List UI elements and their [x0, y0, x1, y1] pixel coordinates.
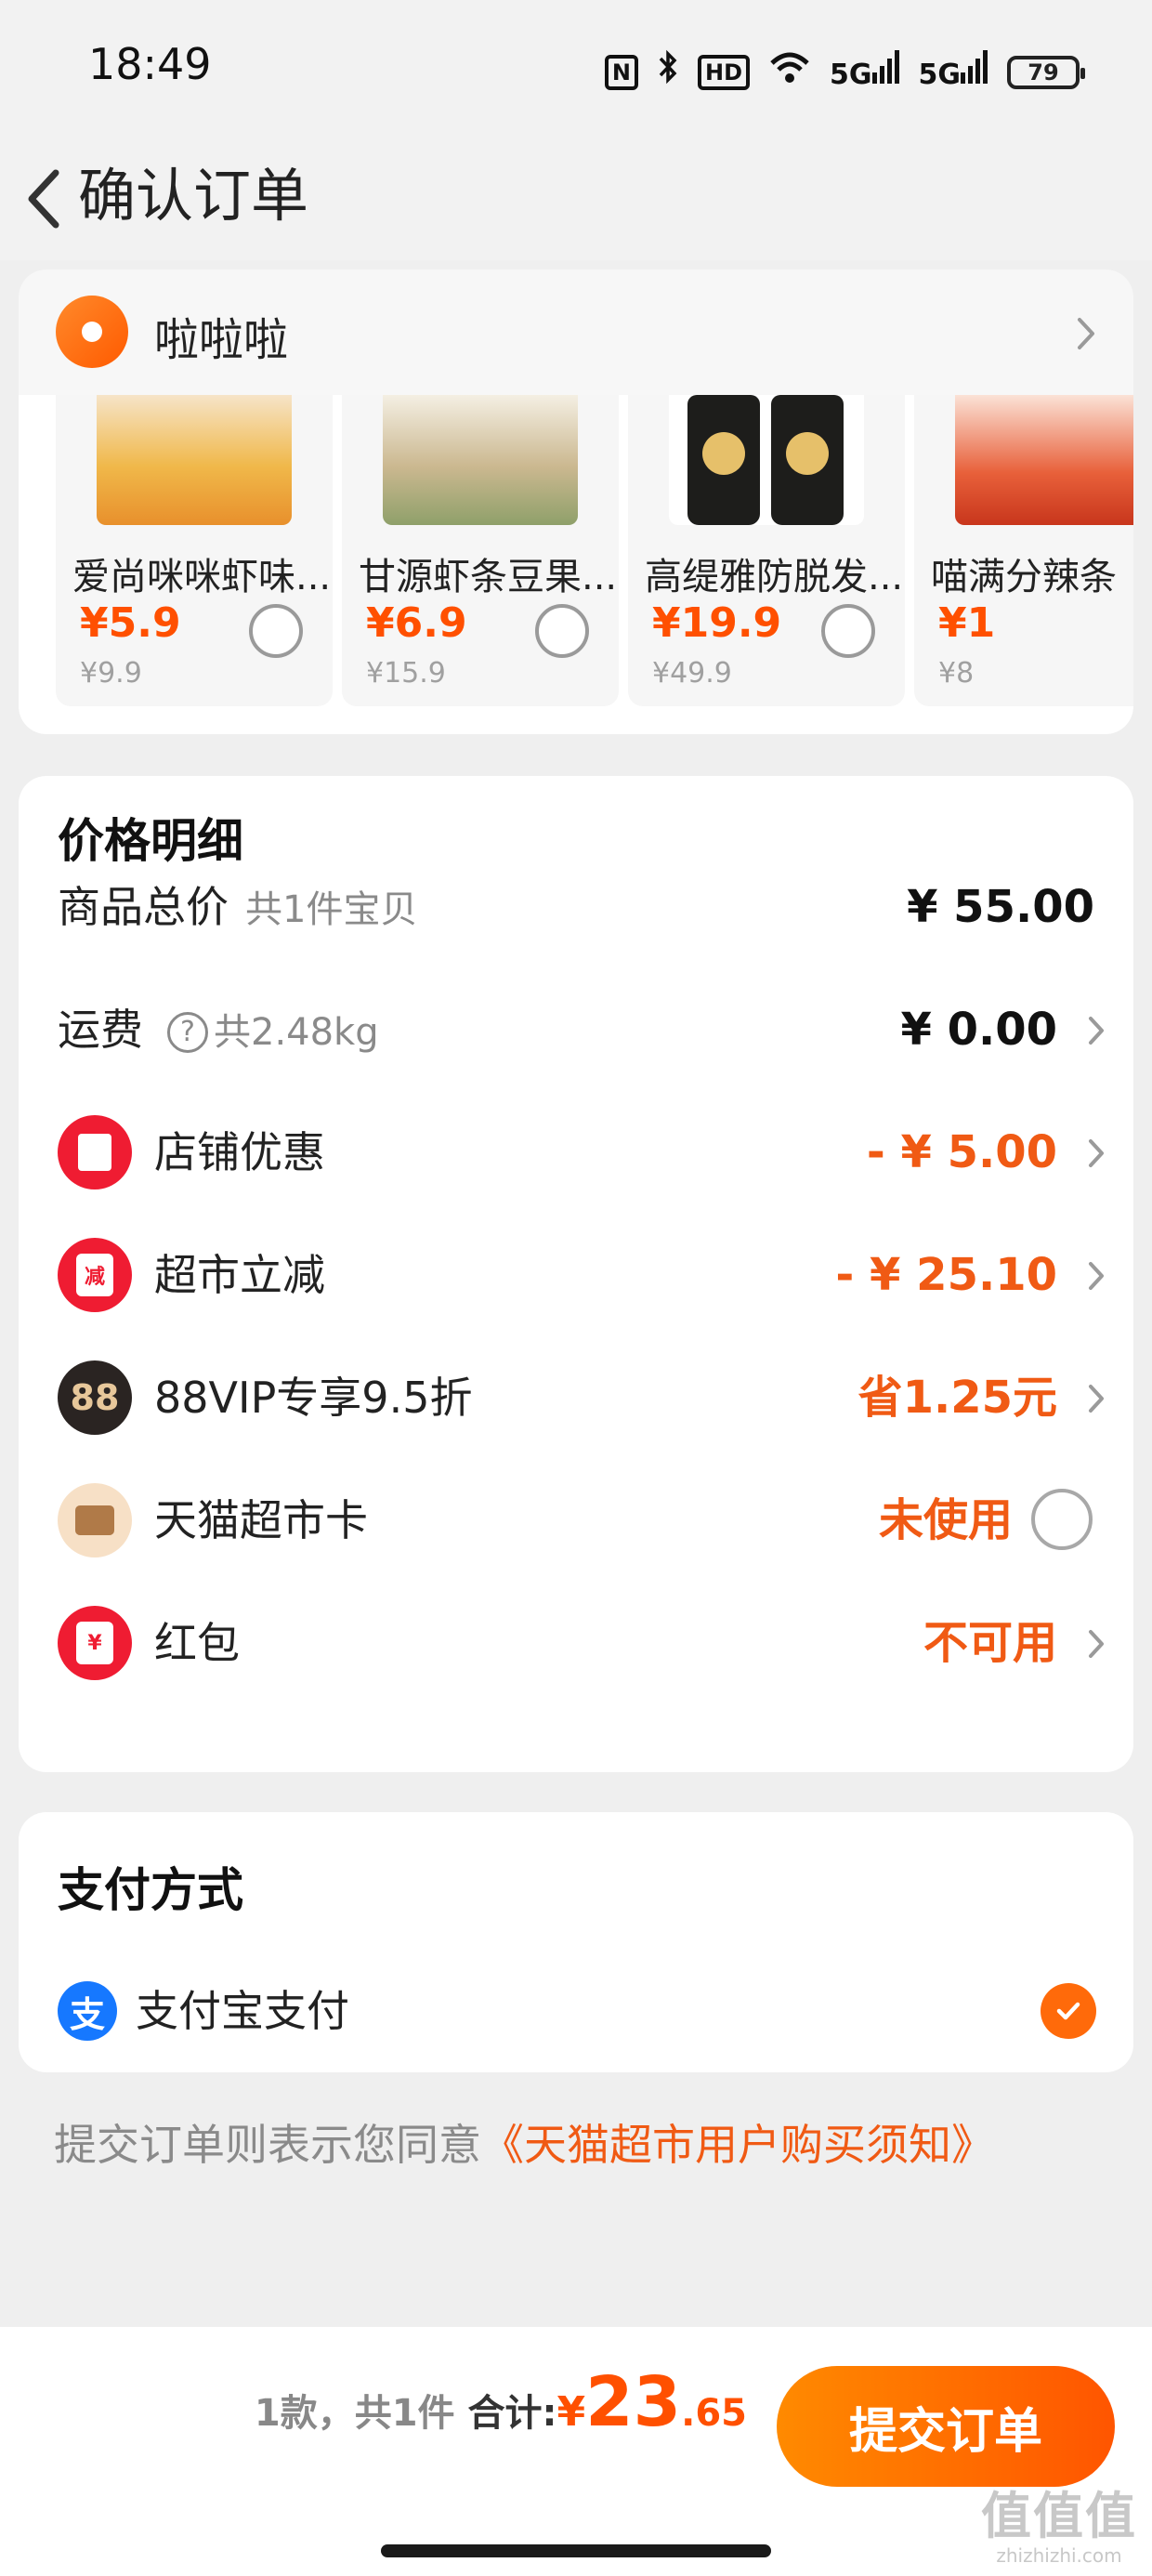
product-image — [383, 395, 578, 525]
product-card[interactable]: 高缇雅防脱发... ¥19.9 ¥49.9 — [628, 395, 905, 706]
row-sub: 共2.48kg — [214, 1011, 379, 1054]
row-sub: 共1件宝贝 — [245, 888, 418, 931]
card-icon — [58, 1483, 132, 1557]
chevron-right-icon — [1089, 1262, 1104, 1290]
red-packet-icon: ¥ — [58, 1606, 132, 1680]
address-bar[interactable]: 啦啦啦 — [19, 269, 1133, 395]
chevron-left-icon[interactable] — [13, 152, 78, 245]
vip-88-icon: 88 — [58, 1360, 132, 1435]
product-name: 高缇雅防脱发... — [645, 556, 904, 598]
vip-value: 省1.25元 — [857, 1372, 1057, 1424]
red-packet-value: 不可用 — [923, 1617, 1057, 1669]
product-name: 甘源虾条豆果... — [359, 556, 618, 598]
chevron-right-icon — [1078, 318, 1094, 349]
total-value: ¥ 55.00 — [907, 881, 1094, 933]
battery-icon: 79 — [1007, 55, 1085, 89]
agreement-text: 提交订单则表示您同意《天猫超市用户购买须知》 — [54, 2117, 994, 2173]
product-select-radio[interactable] — [821, 604, 875, 658]
help-icon[interactable]: ? — [167, 1012, 208, 1053]
address-name: 啦啦啦 — [154, 314, 289, 366]
product-price: ¥1 — [938, 599, 996, 647]
chevron-right-icon — [1089, 1017, 1104, 1045]
hd-icon: HD — [697, 54, 750, 90]
chevron-right-icon — [1089, 1630, 1104, 1658]
product-image — [97, 395, 292, 525]
product-name: 喵满分辣条 — [931, 556, 1117, 598]
price-row-vip[interactable]: 88 88VIP专享9.5折 省1.25元 — [19, 1351, 1133, 1444]
product-select-radio[interactable] — [535, 604, 589, 658]
product-original-price: ¥15.9 — [366, 657, 446, 690]
payment-card: 支付方式 支 支付宝支付 — [19, 1812, 1133, 2072]
total-label: 合计: — [467, 2392, 557, 2435]
watermark: 值值值 zhizhizhi.com — [981, 2487, 1137, 2568]
price-row-market-discount[interactable]: 减 超市立减 - ¥ 25.10 — [19, 1229, 1133, 1321]
watermark-url: zhizhizhi.com — [996, 2544, 1122, 2567]
product-name: 爱尚咪咪虾味... — [72, 556, 332, 598]
price-row-shipping[interactable]: 运费? 共2.48kg ¥ 0.00 — [19, 983, 1133, 1076]
price-row-shop-discount[interactable]: 店铺优惠 - ¥ 5.00 — [19, 1106, 1133, 1199]
wifi-icon — [768, 48, 811, 96]
product-card[interactable]: 喵满分辣条 ¥1 ¥8 — [914, 395, 1133, 706]
chevron-right-icon — [1089, 1385, 1104, 1413]
product-select-radio[interactable] — [249, 604, 303, 658]
signal-5g-icon: 5G — [919, 50, 989, 94]
shipping-value: ¥ 0.00 — [900, 1004, 1057, 1056]
submit-order-button[interactable]: 提交订单 — [777, 2366, 1115, 2487]
page-header: 确认订单 — [0, 139, 1152, 260]
row-label: 红包 — [154, 1618, 240, 1668]
recommend-products: 爱尚咪咪虾味... ¥5.9 ¥9.9 甘源虾条豆果... ¥6.9 ¥15.9… — [19, 395, 1133, 734]
agreement-link[interactable]: 《天猫超市用户购买须知》 — [481, 2120, 994, 2170]
payment-method-label[interactable]: 支付宝支付 — [136, 1981, 349, 2041]
total-integer: 23 — [585, 2362, 682, 2442]
page-title: 确认订单 — [78, 162, 309, 230]
product-price: ¥5.9 — [80, 599, 181, 647]
status-time: 18:49 — [88, 39, 212, 89]
total-yen: ¥ — [556, 2388, 586, 2436]
row-label: 店铺优惠 — [154, 1127, 325, 1177]
market-discount-value: - ¥ 25.10 — [835, 1249, 1057, 1301]
nfc-icon: N — [604, 54, 638, 90]
product-price: ¥19.9 — [652, 599, 782, 647]
price-detail-card: 价格明细 商品总价 共1件宝贝 ¥ 55.00 运费? 共2.48kg ¥ 0.00… — [19, 776, 1133, 1772]
row-label: 超市立减 — [154, 1250, 325, 1300]
status-bar: 18:49 N HD 5G 5G 79 — [0, 0, 1152, 139]
product-price: ¥6.9 — [366, 599, 467, 647]
item-count: 1款，共1件 — [254, 2392, 455, 2435]
product-card[interactable]: 甘源虾条豆果... ¥6.9 ¥15.9 — [342, 395, 619, 706]
product-original-price: ¥8 — [938, 657, 975, 690]
chevron-right-icon — [1089, 1139, 1104, 1167]
watermark-mark: 值值值 — [981, 2487, 1137, 2545]
row-label: 运费? 共2.48kg — [58, 1005, 379, 1055]
row-label: 88VIP专享9.5折 — [154, 1373, 473, 1423]
payment-title: 支付方式 — [58, 1863, 243, 1917]
product-original-price: ¥9.9 — [80, 657, 142, 690]
payment-selected-check[interactable] — [1041, 1983, 1096, 2039]
bluetooth-icon — [657, 48, 679, 96]
price-row-total: 商品总价 共1件宝贝 ¥ 55.00 — [19, 861, 1133, 953]
total-decimal: .65 — [681, 2392, 747, 2435]
agreement-label: 提交订单则表示您同意 — [54, 2120, 481, 2170]
location-pin-icon — [56, 296, 128, 368]
product-card[interactable]: 爱尚咪咪虾味... ¥5.9 ¥9.9 — [56, 395, 333, 706]
product-strip[interactable]: 爱尚咪咪虾味... ¥5.9 ¥9.9 甘源虾条豆果... ¥6.9 ¥15.9… — [56, 395, 1133, 706]
product-original-price: ¥49.9 — [652, 657, 732, 690]
shop-discount-value: - ¥ 5.00 — [866, 1126, 1057, 1178]
market-card-radio[interactable] — [1031, 1489, 1093, 1550]
reduce-icon: 减 — [58, 1238, 132, 1312]
row-label: 商品总价 共1件宝贝 — [58, 882, 418, 932]
signal-5g-icon: 5G — [830, 50, 900, 94]
market-card-value: 未使用 — [878, 1494, 1013, 1546]
home-indicator[interactable] — [381, 2544, 771, 2557]
order-summary: 1款，共1件 合计: ¥ 23 .65 — [255, 2362, 747, 2442]
status-icons: N HD 5G 5G 79 — [604, 48, 1085, 96]
product-image — [669, 395, 864, 525]
price-row-market-card[interactable]: 天猫超市卡 未使用 — [19, 1474, 1133, 1567]
alipay-icon: 支 — [58, 1981, 117, 2041]
check-icon — [1056, 2002, 1080, 2020]
price-row-red-packet[interactable]: ¥ 红包 不可用 — [19, 1597, 1133, 1689]
row-label: 天猫超市卡 — [154, 1495, 368, 1545]
coupon-icon — [58, 1115, 132, 1189]
product-image — [955, 395, 1133, 525]
bottom-bar: 1款，共1件 合计: ¥ 23 .65 提交订单 值值值 zhizhizhi.c… — [0, 2327, 1152, 2576]
